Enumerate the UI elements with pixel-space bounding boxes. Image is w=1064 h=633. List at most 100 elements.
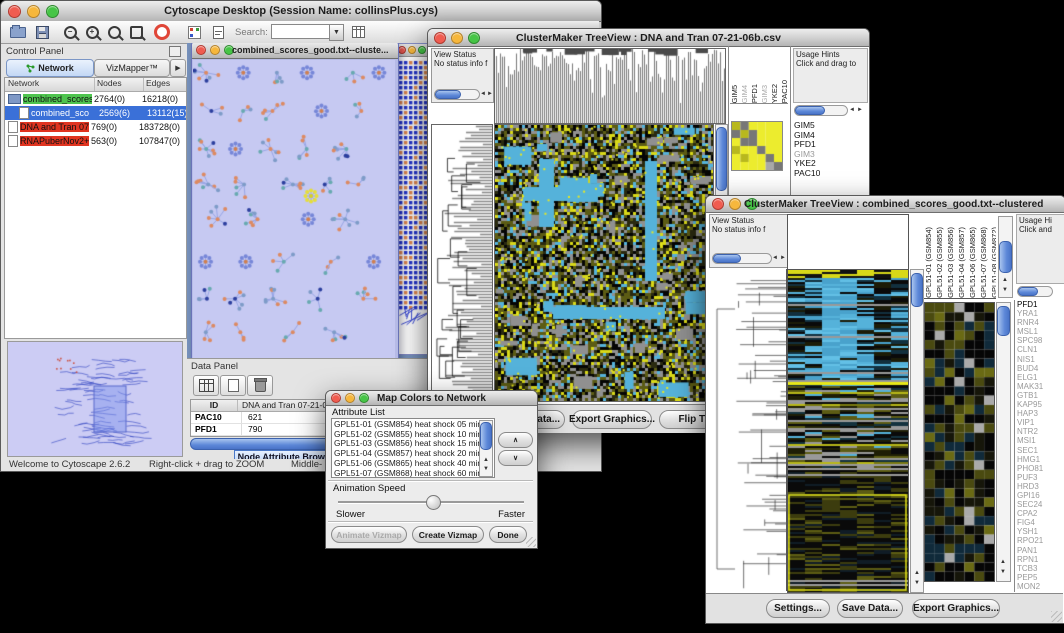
tab-overflow-button[interactable]: ▶ — [170, 59, 186, 77]
gene-list-item[interactable]: GPI16 — [1017, 491, 1064, 500]
column-label[interactable]: GPL51-04 (GSM857) — [957, 227, 966, 298]
tv2-labels-vscrollbar[interactable]: ▲ ▼ — [998, 216, 1013, 298]
network-table-row[interactable]: combined_sco2569(6)13112(15) — [5, 106, 186, 120]
export-graphics-button[interactable]: Export Graphics... — [572, 410, 652, 429]
gene-list-item[interactable]: BUD4 — [1017, 364, 1064, 373]
slider-thumb[interactable] — [426, 495, 441, 510]
tv2-heatmap-canvas[interactable] — [787, 269, 909, 593]
open-session-icon[interactable] — [7, 23, 29, 41]
gene-list-item[interactable]: SPC98 — [1017, 336, 1064, 345]
gene-list-item[interactable]: YKE2 — [794, 159, 864, 169]
main-titlebar[interactable]: Cytoscape Desktop (Session Name: collins… — [1, 1, 601, 22]
tv2-titlebar[interactable]: ClusterMaker TreeView : combined_scores_… — [706, 196, 1064, 213]
vizmap-icon[interactable] — [183, 23, 205, 41]
save-session-icon[interactable] — [31, 23, 53, 41]
gene-list-item[interactable]: PAN1 — [1017, 546, 1064, 555]
gene-list-item[interactable]: GIM3 — [794, 150, 864, 160]
scroll-right-icon[interactable]: ► — [487, 91, 493, 97]
column-label[interactable]: PFD1 — [750, 84, 759, 103]
new-attribute-icon[interactable] — [220, 375, 246, 396]
network-overview-panel[interactable] — [7, 341, 183, 457]
gene-list-item[interactable]: SEC24 — [1017, 500, 1064, 509]
data-table-icon[interactable] — [193, 375, 219, 396]
network-frame-titlebar[interactable]: combined_scores_good.txt--cluste... — [192, 43, 398, 59]
gene-list-item[interactable]: MSL1 — [1017, 327, 1064, 336]
tv1-top-dendrogram[interactable] — [494, 48, 726, 124]
scroll-down-icon[interactable]: ▼ — [914, 580, 920, 586]
gene-list-item[interactable]: ELG1 — [1017, 373, 1064, 382]
delete-attribute-trash-icon[interactable] — [247, 375, 273, 396]
gene-list-item[interactable]: YSH1 — [1017, 527, 1064, 536]
network-view-canvas[interactable] — [193, 60, 395, 366]
save-data-button[interactable]: Save Data... — [837, 599, 903, 618]
tv1-zoom-hscrollbar[interactable] — [794, 105, 848, 116]
tv2-status-hscrollbar[interactable] — [712, 253, 772, 264]
gene-list-item[interactable]: PHO81 — [1017, 464, 1064, 473]
annotation-icon[interactable] — [207, 23, 229, 41]
column-label[interactable]: GIM5 — [730, 85, 739, 103]
tv1-left-dendrogram[interactable] — [431, 124, 493, 402]
gene-list-item[interactable]: GIM4 — [794, 131, 864, 141]
column-label[interactable]: GIM3 — [760, 85, 769, 103]
scroll-left-icon[interactable]: ◄ — [849, 107, 855, 113]
close-icon[interactable] — [196, 45, 206, 55]
column-label[interactable]: GPL51-07 (GSM868) — [979, 227, 988, 298]
gene-list-item[interactable]: YRA1 — [1017, 309, 1064, 318]
gene-list-item[interactable]: FIG4 — [1017, 518, 1064, 527]
scroll-up-icon[interactable]: ▲ — [1000, 559, 1006, 565]
gene-list-item[interactable]: VIP1 — [1017, 418, 1064, 427]
gene-list-item[interactable]: NTR2 — [1017, 427, 1064, 436]
gene-list-item[interactable]: HRD3 — [1017, 482, 1064, 491]
gene-list-item[interactable]: GTB1 — [1017, 391, 1064, 400]
tv2-heatmap-vscrollbar[interactable]: ▲ ▼ — [910, 269, 924, 593]
gene-list-item[interactable]: PFD1 — [1017, 300, 1064, 309]
column-label[interactable]: PAC10 — [780, 80, 788, 103]
network-overview-canvas[interactable] — [8, 342, 180, 454]
column-label[interactable]: GPL51-03 (GSM856) — [946, 227, 955, 298]
move-up-button[interactable]: ∧ — [498, 432, 533, 448]
done-button[interactable]: Done — [489, 526, 527, 543]
search-dropdown-icon[interactable]: ▼ — [329, 24, 344, 41]
scroll-up-icon[interactable]: ▲ — [483, 457, 489, 463]
zoom-selected-icon[interactable] — [125, 23, 147, 41]
zoom-fit-icon[interactable] — [103, 23, 125, 41]
tv2-top-dendrogram[interactable] — [787, 214, 909, 269]
scroll-right-icon[interactable]: ► — [780, 255, 786, 261]
zoom-in-icon[interactable]: + — [81, 23, 103, 41]
create-vizmap-button[interactable]: Create Vizmap — [412, 526, 484, 543]
gene-list-item[interactable]: MAK31 — [1017, 382, 1064, 391]
minimize-icon[interactable] — [210, 45, 220, 55]
scroll-left-icon[interactable]: ◄ — [772, 255, 778, 261]
minimize-icon[interactable] — [408, 46, 416, 54]
zoom-window-icon[interactable] — [418, 46, 426, 54]
gene-list-item[interactable]: CLN1 — [1017, 345, 1064, 354]
tab-vizmapper[interactable]: VizMapper™ — [94, 59, 170, 77]
column-label[interactable]: YKE2 — [770, 84, 779, 103]
tab-network[interactable]: Network — [6, 59, 94, 77]
gene-list-item[interactable]: MSI1 — [1017, 436, 1064, 445]
search-input[interactable] — [271, 24, 331, 39]
gene-list-item[interactable]: RPN1 — [1017, 555, 1064, 564]
help-lifesaver-icon[interactable] — [151, 23, 173, 41]
tv2-zoom-vscrollbar[interactable]: ▲ ▼ — [996, 302, 1011, 582]
gene-list-item[interactable]: PEP5 — [1017, 573, 1064, 582]
resize-grip[interactable] — [1051, 611, 1062, 622]
column-label[interactable]: GPL51-06 (GSM865) — [968, 227, 977, 298]
tv1-status-hscrollbar[interactable] — [434, 89, 480, 100]
attribute-list-item[interactable]: GPL51-07 (GSM868) heat shock 60 min — [334, 469, 494, 478]
column-label[interactable]: GPL51-08 (GSM872) — [990, 227, 996, 298]
tv2-left-dendrogram[interactable] — [709, 269, 787, 591]
animation-speed-slider[interactable] — [338, 495, 524, 509]
column-label[interactable]: GPL51-02 (GSM855) — [935, 227, 944, 298]
scroll-down-icon[interactable]: ▼ — [483, 466, 489, 472]
gene-list-item[interactable]: GIM5 — [794, 121, 864, 131]
scroll-up-icon[interactable]: ▲ — [914, 570, 920, 576]
gene-list-item[interactable]: NIS1 — [1017, 355, 1064, 364]
gene-list-item[interactable]: RNR4 — [1017, 318, 1064, 327]
tv1-zoom-heatmap-canvas[interactable] — [731, 121, 783, 171]
column-label[interactable]: GPL51-01 (GSM854) — [924, 227, 933, 298]
animate-vizmap-button[interactable]: Animate Vizmap — [331, 526, 407, 543]
network-table-row[interactable]: RNAPuberNov2+563(0)107847(0) — [5, 134, 186, 148]
gene-list-item[interactable]: PAC10 — [794, 169, 864, 179]
close-icon[interactable] — [712, 198, 724, 210]
